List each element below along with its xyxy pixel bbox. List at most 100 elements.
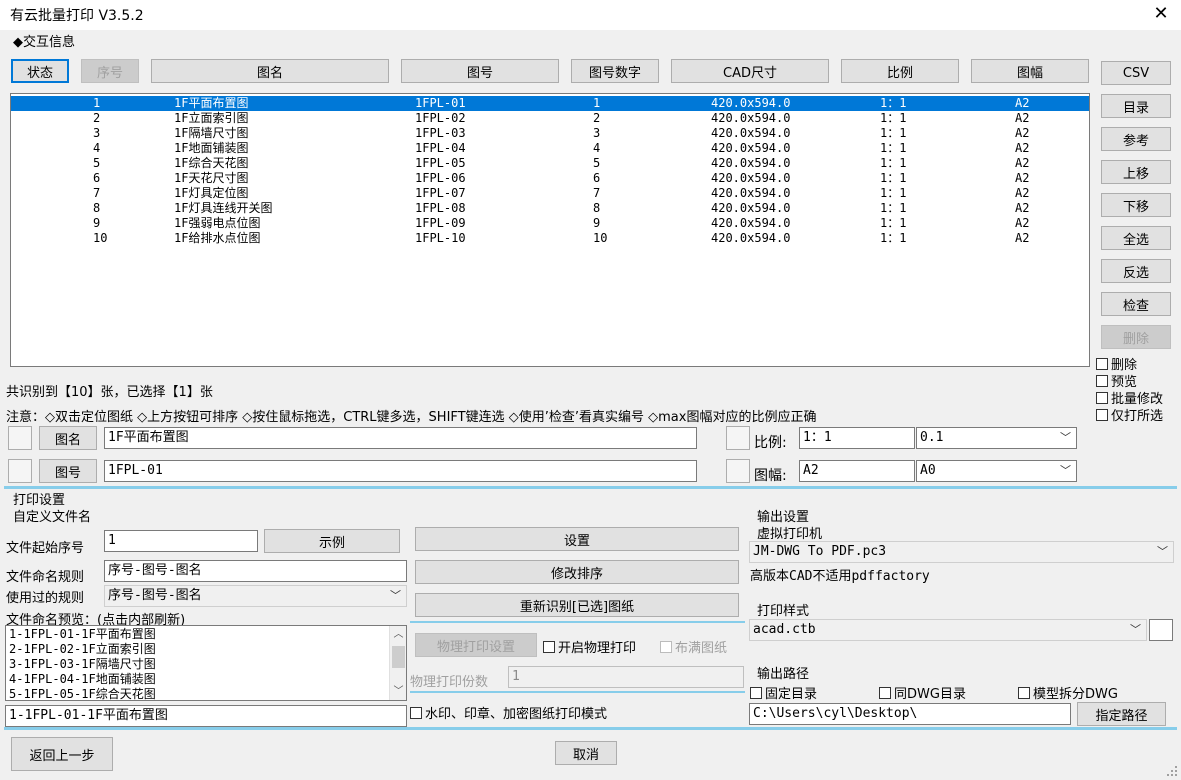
- naming-rule-input[interactable]: 序号-图号-图名: [104, 560, 407, 582]
- batch-edit-checkbox-box[interactable]: [1096, 391, 1108, 404]
- sheet-column-button[interactable]: 图幅: [971, 59, 1089, 83]
- cell-number: 1FPL-07: [415, 186, 466, 200]
- select-all-button[interactable]: 全选: [1101, 226, 1171, 250]
- cell-number: 1FPL-08: [415, 201, 466, 215]
- same-dwg-dir-checkbox[interactable]: 同DWG目录: [879, 683, 966, 702]
- delete-button[interactable]: 删除: [1101, 325, 1171, 349]
- preview-checkbox-box[interactable]: [1096, 374, 1108, 387]
- plot-style-edit-box[interactable]: [1149, 619, 1173, 641]
- chevron-down-icon[interactable]: ﹀: [1157, 542, 1168, 562]
- same-dwg-dir-box[interactable]: [879, 686, 891, 699]
- list-item[interactable]: 1-1FPL-01-1F平面布置图: [9, 627, 156, 642]
- resize-grip-icon[interactable]: [1165, 764, 1179, 778]
- start-seq-label: 文件起始序号: [6, 541, 85, 556]
- cell-digit: 8: [593, 201, 601, 215]
- used-rule-combo[interactable]: 序号-图号-图名 ﹀: [104, 585, 407, 607]
- close-icon[interactable]: ✕: [1150, 2, 1172, 26]
- sheet-combo[interactable]: A0 ﹀: [916, 460, 1077, 482]
- number-digit-column-button[interactable]: 图号数字: [571, 59, 659, 83]
- scale-combo[interactable]: 0.1 ﹀: [916, 427, 1077, 449]
- table-row[interactable]: 10 1F给排水点位图 1FPL-10 10 420.0x594.0 1：1 A2: [11, 231, 1089, 246]
- number-edit-button[interactable]: 图号: [39, 459, 97, 483]
- list-item[interactable]: 2-1FPL-02-1F立面索引图: [9, 642, 156, 657]
- table-row[interactable]: 1 1F平面布置图 1FPL-01 1 420.0x594.0 1：1 A2: [11, 96, 1089, 111]
- filename-preview-list[interactable]: 1-1FPL-01-1F平面布置图 2-1FPL-02-1F立面索引图 3-1FPL…: [5, 625, 407, 701]
- chevron-down-icon[interactable]: ﹀: [390, 683, 406, 700]
- cell-name: 1F综合天花图: [174, 156, 249, 170]
- number-input[interactable]: 1FPL-01: [104, 460, 697, 482]
- virtual-printer-combo[interactable]: JM-DWG To PDF.pc3 ﹀: [749, 541, 1174, 563]
- reference-button[interactable]: 参考: [1101, 127, 1171, 151]
- preview-scrollbar[interactable]: ︿ ﹀: [389, 626, 406, 700]
- enable-physical-print-box[interactable]: [543, 640, 555, 653]
- reorder-button[interactable]: 修改排序: [415, 560, 739, 584]
- model-split-box[interactable]: [1018, 686, 1030, 699]
- table-row[interactable]: 8 1F灯具连线开关图 1FPL-08 8 420.0x594.0 1：1 A2: [11, 201, 1089, 216]
- scroll-thumb[interactable]: [392, 646, 405, 668]
- physical-print-settings-button[interactable]: 物理打印设置: [415, 633, 537, 657]
- bottom-separator: [4, 727, 1177, 730]
- table-row[interactable]: 7 1F灯具定位图 1FPL-07 7 420.0x594.0 1：1 A2: [11, 186, 1089, 201]
- check-button[interactable]: 检查: [1101, 292, 1171, 316]
- example-button[interactable]: 示例: [264, 529, 400, 553]
- fill-paper-checkbox[interactable]: 布满图纸: [660, 637, 727, 656]
- cancel-button[interactable]: 取消: [555, 741, 617, 765]
- move-up-button[interactable]: 上移: [1101, 160, 1171, 184]
- name-edit-button[interactable]: 图名: [39, 426, 97, 450]
- model-split-checkbox[interactable]: 模型拆分DWG: [1018, 683, 1118, 702]
- csv-button[interactable]: CSV: [1101, 61, 1171, 85]
- drawing-list[interactable]: 1 1F平面布置图 1FPL-01 1 420.0x594.0 1：1 A2 2 1F立面索引图…: [10, 93, 1090, 367]
- plot-style-combo[interactable]: acad.ctb ﹀: [749, 619, 1147, 641]
- chevron-down-icon[interactable]: ﹀: [1060, 461, 1071, 481]
- print-selected-checkbox-box[interactable]: [1096, 408, 1108, 421]
- start-seq-input[interactable]: 1: [104, 530, 258, 552]
- settings-button[interactable]: 设置: [415, 527, 739, 551]
- re-identify-button[interactable]: 重新识别[已选]图纸: [415, 593, 739, 617]
- chevron-up-icon[interactable]: ︿: [390, 626, 406, 643]
- number-column-button[interactable]: 图号: [401, 59, 559, 83]
- list-item[interactable]: 5-1FPL-05-1F综合天花图: [9, 687, 156, 700]
- print-selected-checkbox[interactable]: 仅打所选: [1096, 405, 1163, 424]
- table-row[interactable]: 6 1F天花尺寸图 1FPL-06 6 420.0x594.0 1：1 A2: [11, 171, 1089, 186]
- watermark-mode-checkbox[interactable]: 水印、印章、加密图纸打印模式: [410, 703, 607, 722]
- back-button[interactable]: 返回上一步: [11, 737, 113, 771]
- cell-name: 1F给排水点位图: [174, 231, 261, 245]
- fill-paper-box[interactable]: [660, 640, 672, 653]
- table-row[interactable]: 4 1F地面铺装图 1FPL-04 4 420.0x594.0 1：1 A2: [11, 141, 1089, 156]
- list-item[interactable]: 3-1FPL-03-1F隔墙尺寸图: [9, 657, 156, 672]
- scale-column-button[interactable]: 比例: [841, 59, 959, 83]
- cell-seq: 7: [93, 186, 101, 200]
- copies-input[interactable]: 1: [508, 666, 744, 688]
- title-bar: [0, 0, 1181, 30]
- move-down-button[interactable]: 下移: [1101, 193, 1171, 217]
- status-column-button[interactable]: 状态: [11, 59, 69, 83]
- cad-size-column-button[interactable]: CAD尺寸: [671, 59, 829, 83]
- chevron-down-icon[interactable]: ﹀: [1060, 428, 1071, 448]
- watermark-mode-box[interactable]: [410, 706, 422, 719]
- chevron-down-icon[interactable]: ﹀: [390, 586, 401, 606]
- table-row[interactable]: 3 1F隔墙尺寸图 1FPL-03 3 420.0x594.0 1：1 A2: [11, 126, 1089, 141]
- seq-column-button[interactable]: 序号: [81, 59, 139, 83]
- name-input[interactable]: 1F平面布置图: [104, 427, 697, 449]
- table-row[interactable]: 9 1F强弱电点位图 1FPL-09 9 420.0x594.0 1：1 A2: [11, 216, 1089, 231]
- fixed-dir-box[interactable]: [750, 686, 762, 699]
- table-row[interactable]: 5 1F综合天花图 1FPL-05 5 420.0x594.0 1：1 A2: [11, 156, 1089, 171]
- sheet-input[interactable]: A2: [799, 460, 915, 482]
- output-path-input[interactable]: C:\Users\cyl\Desktop\: [749, 703, 1071, 725]
- cell-number: 1FPL-10: [415, 231, 466, 245]
- invert-selection-button[interactable]: 反选: [1101, 259, 1171, 283]
- used-rule-label: 使用过的规则: [6, 591, 85, 606]
- delete-checkbox-box[interactable]: [1096, 357, 1108, 370]
- table-row[interactable]: 2 1F立面索引图 1FPL-02 2 420.0x594.0 1：1 A2: [11, 111, 1089, 126]
- name-column-button[interactable]: 图名: [151, 59, 389, 83]
- chevron-down-icon[interactable]: ﹀: [1130, 620, 1141, 640]
- list-item[interactable]: 4-1FPL-04-1F地面铺装图: [9, 672, 156, 687]
- preview-selected-input[interactable]: 1-1FPL-01-1F平面布置图: [5, 705, 407, 727]
- cell-name: 1F平面布置图: [174, 96, 249, 110]
- choose-path-button[interactable]: 指定路径: [1077, 702, 1166, 726]
- catalog-button[interactable]: 目录: [1101, 94, 1171, 118]
- scale-input[interactable]: 1：1: [799, 427, 915, 449]
- enable-physical-print-checkbox[interactable]: 开启物理打印: [543, 637, 636, 656]
- scale-combo-value: 0.1: [920, 430, 944, 445]
- fixed-dir-checkbox[interactable]: 固定目录: [750, 683, 817, 702]
